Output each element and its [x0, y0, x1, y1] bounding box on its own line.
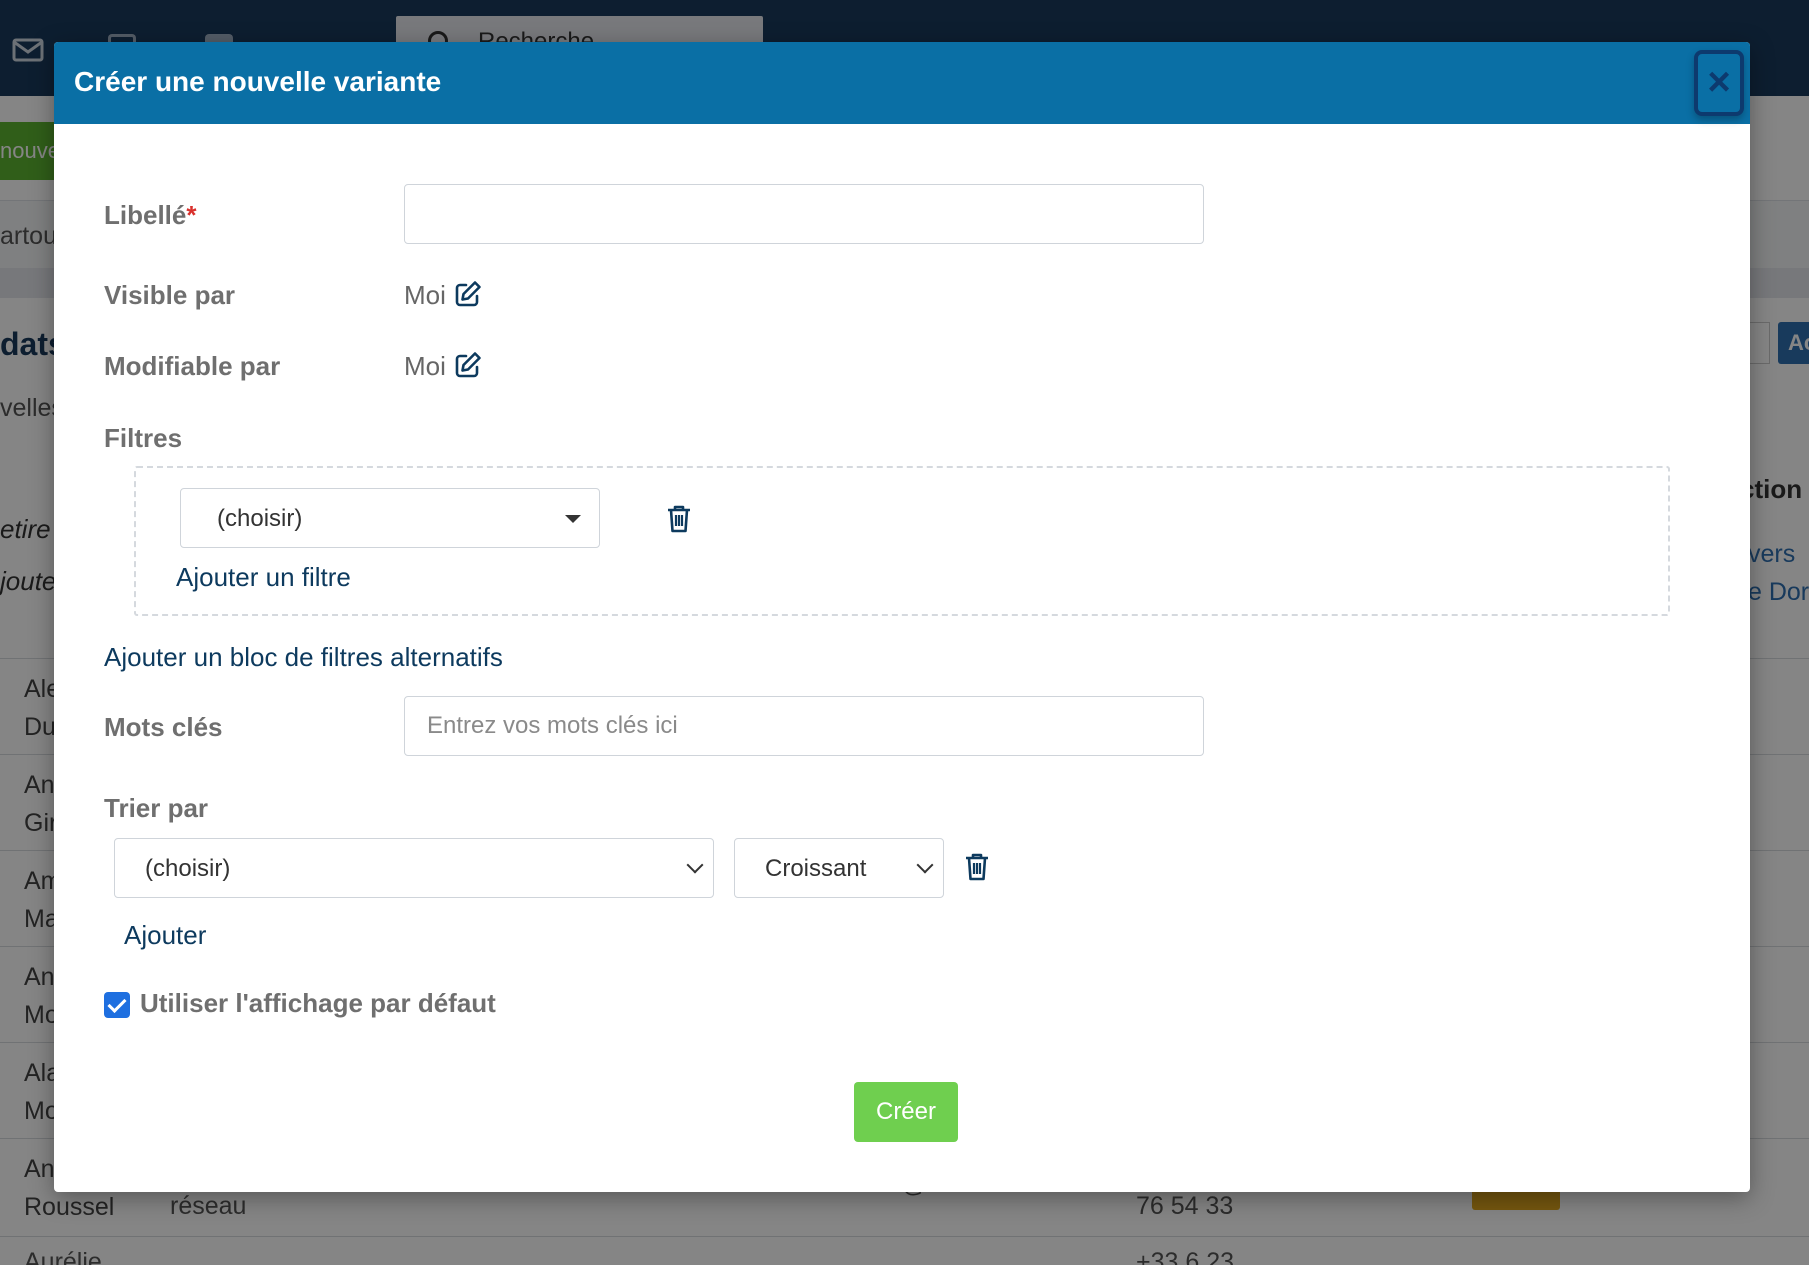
trash-icon[interactable]	[964, 852, 990, 882]
sort-by-label: Trier par	[104, 793, 209, 823]
sort-field-select[interactable]: (choisir)	[114, 838, 714, 898]
editable-by-value: Moi	[404, 351, 446, 381]
libelle-input[interactable]	[404, 184, 1204, 244]
libelle-label: Libellé*	[104, 200, 197, 230]
editable-by-label: Modifiable par	[104, 351, 281, 381]
close-icon: ×	[1707, 60, 1731, 104]
add-filter-link[interactable]: Ajouter un filtre	[176, 562, 351, 593]
default-display-checkbox[interactable]	[104, 992, 130, 1018]
create-variant-modal: Créer une nouvelle variante × Libellé* V…	[54, 42, 1750, 1192]
edit-icon[interactable]	[454, 280, 482, 308]
visible-by-label: Visible par	[104, 280, 236, 310]
required-marker: *	[186, 200, 197, 230]
default-display-label[interactable]: Utiliser l'affichage par défaut	[140, 988, 496, 1019]
sort-order-select[interactable]: Croissant	[734, 838, 944, 898]
modal-header: Créer une nouvelle variante ×	[54, 42, 1750, 124]
keywords-input[interactable]	[404, 696, 1204, 756]
add-sort-link[interactable]: Ajouter	[124, 920, 206, 951]
create-button[interactable]: Créer	[854, 1082, 958, 1142]
visible-by-value: Moi	[404, 280, 446, 310]
edit-icon[interactable]	[454, 351, 482, 379]
filters-label: Filtres	[104, 423, 183, 453]
modal-title: Créer une nouvelle variante	[74, 66, 442, 97]
filter-field-select[interactable]: (choisir)	[180, 488, 600, 548]
filter-block: (choisir) Ajouter un filtre	[134, 466, 1670, 616]
caret-down-icon	[565, 515, 581, 523]
keywords-label: Mots clés	[104, 712, 223, 742]
add-alternative-filter-block-link[interactable]: Ajouter un bloc de filtres alternatifs	[104, 642, 503, 673]
trash-icon[interactable]	[666, 504, 692, 534]
close-button[interactable]: ×	[1694, 50, 1744, 116]
chevron-down-icon	[686, 856, 704, 874]
chevron-down-icon	[916, 856, 934, 874]
